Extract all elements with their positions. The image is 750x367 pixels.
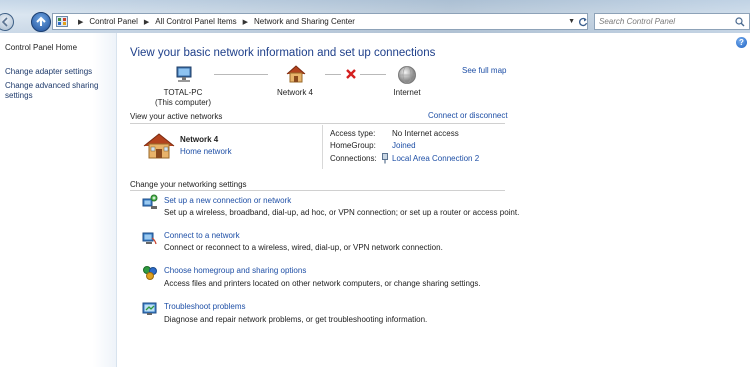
map-connection-line bbox=[214, 74, 268, 75]
left-pane: Control Panel Home Change adapter settin… bbox=[0, 33, 117, 367]
active-network-name: Network 4 bbox=[180, 135, 219, 144]
homegroup-joined-link[interactable]: Joined bbox=[392, 141, 416, 150]
address-dropdown-icon[interactable]: ▼ bbox=[568, 18, 575, 25]
computer-node: TOTAL-PC (This computer) bbox=[148, 88, 218, 108]
homegroup-label: HomeGroup: bbox=[330, 141, 376, 150]
connect-to-network-description: Connect or reconnect to a wireless, wire… bbox=[164, 243, 443, 252]
breadcrumb-all-items[interactable]: All Control Panel Items bbox=[155, 17, 236, 26]
breadcrumb-separator-icon[interactable]: ▶ bbox=[243, 18, 248, 26]
back-arrow-icon bbox=[1, 17, 8, 27]
access-type-label: Access type: bbox=[330, 129, 376, 138]
globe-icon bbox=[398, 66, 416, 84]
setup-connection-link[interactable]: Set up a new connection or network bbox=[164, 196, 291, 205]
help-icon[interactable]: ? bbox=[736, 37, 747, 48]
house-icon bbox=[143, 133, 175, 159]
internet-node: Internet bbox=[393, 88, 421, 97]
breadcrumb-separator-icon[interactable]: ▶ bbox=[144, 18, 149, 26]
troubleshoot-icon bbox=[142, 302, 157, 315]
networking-settings-label: Change your networking settings bbox=[130, 180, 247, 189]
local-area-connection-link[interactable]: Local Area Connection 2 bbox=[392, 154, 479, 163]
page-title: View your basic network information and … bbox=[130, 47, 436, 59]
house-icon bbox=[286, 65, 306, 83]
access-type-value: No Internet access bbox=[392, 129, 459, 138]
network-node: Network 4 bbox=[276, 88, 313, 97]
search-icon[interactable] bbox=[735, 17, 745, 27]
vertical-divider bbox=[322, 125, 323, 169]
section-divider bbox=[130, 123, 505, 124]
change-adapter-settings-link[interactable]: Change adapter settings bbox=[5, 67, 92, 77]
network-type-link[interactable]: Home network bbox=[180, 147, 232, 156]
connect-or-disconnect-link[interactable]: Connect or disconnect bbox=[428, 111, 508, 120]
search-placeholder: Search Control Panel bbox=[599, 17, 676, 26]
section-divider bbox=[130, 190, 505, 191]
connect-network-icon bbox=[142, 232, 157, 245]
refresh-icon bbox=[579, 17, 588, 26]
forward-button[interactable] bbox=[31, 12, 51, 32]
change-advanced-sharing-link[interactable]: Change advanced sharing settings bbox=[5, 81, 105, 101]
homegroup-sharing-description: Access files and printers located on oth… bbox=[164, 279, 481, 288]
address-bar[interactable]: ▶ Control Panel ▶ All Control Panel Item… bbox=[52, 13, 588, 30]
title-bar: ▶ Control Panel ▶ All Control Panel Item… bbox=[0, 0, 750, 33]
computer-name: TOTAL-PC bbox=[163, 88, 203, 97]
control-panel-home-link[interactable]: Control Panel Home bbox=[5, 43, 77, 52]
control-panel-icon bbox=[56, 16, 68, 27]
active-networks-label: View your active networks bbox=[130, 112, 223, 121]
new-connection-icon bbox=[142, 194, 158, 209]
search-input[interactable]: Search Control Panel bbox=[594, 13, 750, 30]
troubleshoot-link[interactable]: Troubleshoot problems bbox=[164, 302, 246, 311]
breadcrumb-separator-icon[interactable]: ▶ bbox=[78, 18, 83, 26]
computer-subtitle: (This computer) bbox=[154, 98, 211, 107]
red-x-icon bbox=[346, 69, 356, 79]
breadcrumb-control-panel[interactable]: Control Panel bbox=[89, 17, 137, 26]
map-connection-line bbox=[325, 74, 341, 75]
homegroup-sharing-link[interactable]: Choose homegroup and sharing options bbox=[164, 266, 306, 275]
main-content: ? View your basic network information an… bbox=[118, 33, 750, 367]
breadcrumb-network-sharing[interactable]: Network and Sharing Center bbox=[254, 17, 355, 26]
connect-to-network-link[interactable]: Connect to a network bbox=[164, 231, 240, 240]
refresh-button[interactable] bbox=[576, 14, 590, 29]
connections-label: Connections: bbox=[330, 154, 377, 163]
ethernet-icon bbox=[382, 153, 388, 164]
setup-connection-description: Set up a wireless, broadband, dial-up, a… bbox=[164, 208, 520, 217]
computer-icon bbox=[176, 66, 192, 82]
troubleshoot-description: Diagnose and repair network problems, or… bbox=[164, 315, 428, 324]
up-arrow-icon bbox=[36, 16, 46, 26]
map-connection-line bbox=[360, 74, 386, 75]
see-full-map-link[interactable]: See full map bbox=[462, 66, 506, 75]
homegroup-icon bbox=[143, 266, 157, 280]
